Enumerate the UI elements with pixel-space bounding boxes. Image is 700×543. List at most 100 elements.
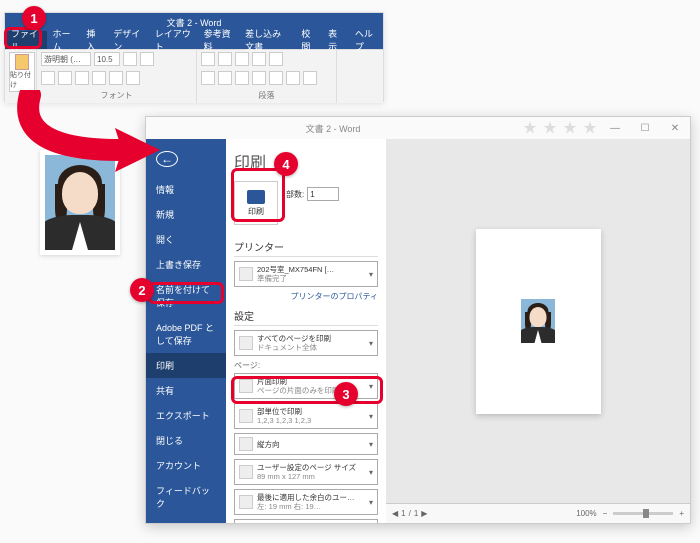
paragraph-group-label: 段落 <box>201 90 332 101</box>
printer-dropdown[interactable]: 202号室_MX754FN [… 準備完了 ▾ <box>234 261 378 287</box>
callout-2: 2 <box>130 278 154 302</box>
italic-icon[interactable] <box>58 71 72 85</box>
indent-dec-icon[interactable] <box>252 52 266 66</box>
sidebar-item-open[interactable]: 開く <box>146 227 226 252</box>
settings-section-head: 設定 <box>234 308 378 326</box>
callout-4: 4 <box>274 152 298 176</box>
star-deco-icon <box>582 120 598 136</box>
zoom-value: 100% <box>576 509 596 518</box>
justify-icon[interactable] <box>252 71 266 85</box>
tab-mailings[interactable]: 差し込み文書 <box>239 31 295 49</box>
copies-label: 部数: <box>286 189 304 200</box>
orientation-dropdown[interactable]: 縦方向 ▾ <box>234 433 378 455</box>
margins-sub: 左: 19 mm 右: 19… <box>257 502 321 511</box>
tutorial-arrow <box>10 90 170 190</box>
page-total: 1 <box>414 509 418 518</box>
collate-sub: 1,2,3 1,2,3 1,2,3 <box>257 416 311 425</box>
zoom-in-button[interactable]: + <box>679 509 684 518</box>
copies-spinner[interactable]: 1 <box>307 187 339 201</box>
minimize-button[interactable]: — <box>600 117 630 139</box>
shading-icon[interactable] <box>286 71 300 85</box>
print-range-label: すべてのページを印刷 <box>257 334 331 343</box>
printer-status: 準備完了 <box>257 274 287 283</box>
ribbon-tabs: ファイル ホーム 挿入 デザイン レイアウト 参考資料 差し込み文書 校閲 表示… <box>5 31 383 49</box>
line-spacing-icon[interactable] <box>269 71 283 85</box>
print-button[interactable]: 印刷 <box>234 181 278 225</box>
word-backstage-window: 文書 2 - Word — ☐ ✕ ← 情報 新規 開く 上書き保存 名前を付け… <box>145 116 691 524</box>
multilevel-icon[interactable] <box>235 52 249 66</box>
increase-font-icon[interactable] <box>123 52 137 66</box>
preview-footer: ◀ 1 / 1 ▶ 100% − + <box>386 503 690 523</box>
tab-design[interactable]: デザイン <box>107 31 149 49</box>
print-range-dropdown[interactable]: すべてのページを印刷 ドキュメント全体 ▾ <box>234 330 378 356</box>
print-heading: 印刷 <box>234 149 378 173</box>
collate-dropdown[interactable]: 部単位で印刷 1,2,3 1,2,3 1,2,3 ▾ <box>234 403 378 429</box>
margins-label: 最後に適用した余白のユー… <box>257 493 355 502</box>
numbering-icon[interactable] <box>218 52 232 66</box>
decrease-font-icon[interactable] <box>140 52 154 66</box>
close-button[interactable]: ✕ <box>660 117 690 139</box>
tab-file[interactable]: ファイル <box>5 31 47 49</box>
chevron-down-icon: ▾ <box>369 440 373 449</box>
sides-label: 片面印刷 <box>257 377 287 386</box>
margins-dropdown[interactable]: 最後に適用した余白のユー… 左: 19 mm 右: 19… ▾ <box>234 489 378 515</box>
sidebar-item-print[interactable]: 印刷 <box>146 353 226 378</box>
chevron-down-icon: ▾ <box>369 498 373 507</box>
highlight-icon[interactable] <box>109 71 123 85</box>
align-right-icon[interactable] <box>235 71 249 85</box>
sidebar-item-save[interactable]: 上書き保存 <box>146 252 226 277</box>
sidebar-item-options[interactable]: オプション <box>146 516 226 523</box>
tab-layout[interactable]: レイアウト <box>149 31 198 49</box>
tab-review[interactable]: 校閲 <box>295 31 322 49</box>
zoom-out-button[interactable]: − <box>603 509 608 518</box>
chevron-down-icon: ▾ <box>369 270 373 279</box>
sidebar-item-saveas[interactable]: 名前を付けて保存 <box>146 277 226 315</box>
font-name-dropdown[interactable]: 游明朝 (… <box>41 52 91 66</box>
printer-section-head: プリンター <box>234 239 378 257</box>
align-left-icon[interactable] <box>201 71 215 85</box>
pagesize-sub: 89 mm x 127 mm <box>257 472 315 481</box>
orientation-label: 縦方向 <box>257 440 365 449</box>
tab-view[interactable]: 表示 <box>322 31 349 49</box>
next-page-button[interactable]: ▶ <box>421 509 427 518</box>
sidebar-item-share[interactable]: 共有 <box>146 378 226 403</box>
bullets-icon[interactable] <box>201 52 215 66</box>
margins-icon <box>239 495 253 509</box>
sidebar-item-adobe[interactable]: Adobe PDF として保存 <box>146 315 226 353</box>
prev-page-button[interactable]: ◀ <box>392 509 398 518</box>
maximize-button[interactable]: ☐ <box>630 117 660 139</box>
print-settings-panel: 印刷 印刷 部数: 1 プリンター 202号室_MX754FN [… 準備完了 <box>226 139 386 523</box>
strike-icon[interactable] <box>92 71 106 85</box>
tab-references[interactable]: 参考資料 <box>198 31 240 49</box>
bold-icon[interactable] <box>41 71 55 85</box>
underline-icon[interactable] <box>75 71 89 85</box>
id-photo-preview <box>521 299 555 343</box>
sidebar-item-new[interactable]: 新規 <box>146 202 226 227</box>
page-current: 1 <box>401 509 405 518</box>
pages-label: ページ: <box>234 360 378 371</box>
tab-insert[interactable]: 挿入 <box>80 31 107 49</box>
page-size-dropdown[interactable]: ユーザー設定のページ サイズ 89 mm x 127 mm ▾ <box>234 459 378 485</box>
font-color-icon[interactable] <box>126 71 140 85</box>
zoom-slider[interactable] <box>613 512 673 515</box>
sidebar-item-feedback[interactable]: フィードバック <box>146 478 226 516</box>
chevron-down-icon: ▾ <box>369 339 373 348</box>
print-preview-panel: ◀ 1 / 1 ▶ 100% − + <box>386 139 690 523</box>
printer-properties-link[interactable]: プリンターのプロパティ <box>234 291 378 302</box>
pages-per-sheet-dropdown[interactable]: 1 ページ/枚 ▾ <box>234 519 378 523</box>
pagesize-label: ユーザー設定のページ サイズ <box>257 463 356 472</box>
paste-button[interactable]: 貼り付け <box>9 52 35 92</box>
sidebar-item-account[interactable]: アカウント <box>146 453 226 478</box>
font-size-dropdown[interactable]: 10.5 <box>94 52 120 66</box>
tab-home[interactable]: ホーム <box>47 31 81 49</box>
sidebar-item-export[interactable]: エクスポート <box>146 403 226 428</box>
main-doc-title: 文書 2 - Word <box>146 122 520 135</box>
borders-icon[interactable] <box>303 71 317 85</box>
sidebar-item-close[interactable]: 閉じる <box>146 428 226 453</box>
tab-help[interactable]: ヘルプ <box>349 31 383 49</box>
backstage-sidebar: ← 情報 新規 開く 上書き保存 名前を付けて保存 Adobe PDF として保… <box>146 139 226 523</box>
print-range-sub: ドキュメント全体 <box>257 343 317 352</box>
indent-inc-icon[interactable] <box>269 52 283 66</box>
align-center-icon[interactable] <box>218 71 232 85</box>
collate-icon <box>239 409 253 423</box>
